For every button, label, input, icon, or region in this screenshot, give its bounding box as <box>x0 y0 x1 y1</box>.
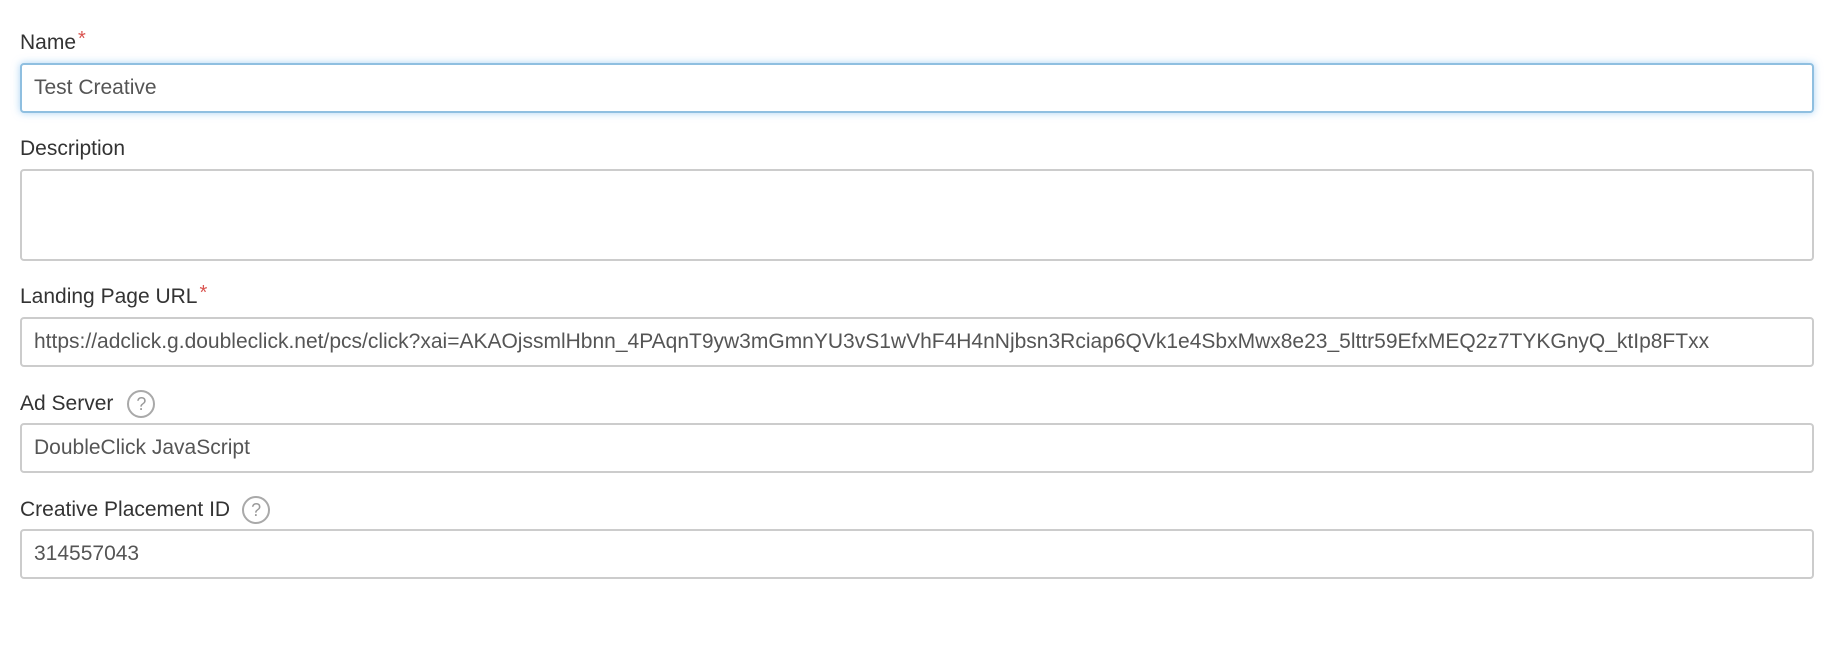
creative-placement-id-label: Creative Placement ID ? <box>20 495 1814 525</box>
ad-server-help-icon[interactable]: ? <box>127 390 156 418</box>
landing-page-url-input[interactable] <box>20 317 1814 367</box>
creative-placement-id-label-text: Creative Placement ID <box>20 498 231 521</box>
creative-placement-id-help-icon[interactable]: ? <box>242 496 271 524</box>
name-input[interactable] <box>20 63 1814 113</box>
landing-page-url-required-mark: * <box>199 282 208 304</box>
description-field-group: Description <box>20 134 1814 261</box>
landing-page-url-field-group: Landing Page URL * <box>20 282 1814 367</box>
ad-server-input[interactable] <box>20 423 1814 473</box>
description-textarea[interactable] <box>20 169 1814 261</box>
creative-placement-id-input[interactable] <box>20 529 1814 579</box>
ad-server-label: Ad Server ? <box>20 389 1814 419</box>
landing-page-url-label: Landing Page URL * <box>20 282 1814 312</box>
landing-page-url-label-text: Landing Page URL <box>20 285 198 308</box>
creative-placement-id-field-group: Creative Placement ID ? <box>20 495 1814 579</box>
name-field-group: Name * <box>20 28 1814 113</box>
name-label-text: Name <box>20 31 77 54</box>
creative-form: Name * Description Landing Page URL * Ad… <box>20 28 1814 579</box>
description-label-text: Description <box>20 137 126 160</box>
description-label: Description <box>20 134 1814 164</box>
ad-server-field-group: Ad Server ? <box>20 389 1814 473</box>
name-required-mark: * <box>78 28 86 50</box>
name-label: Name * <box>20 28 1814 58</box>
ad-server-label-text: Ad Server <box>20 392 114 415</box>
